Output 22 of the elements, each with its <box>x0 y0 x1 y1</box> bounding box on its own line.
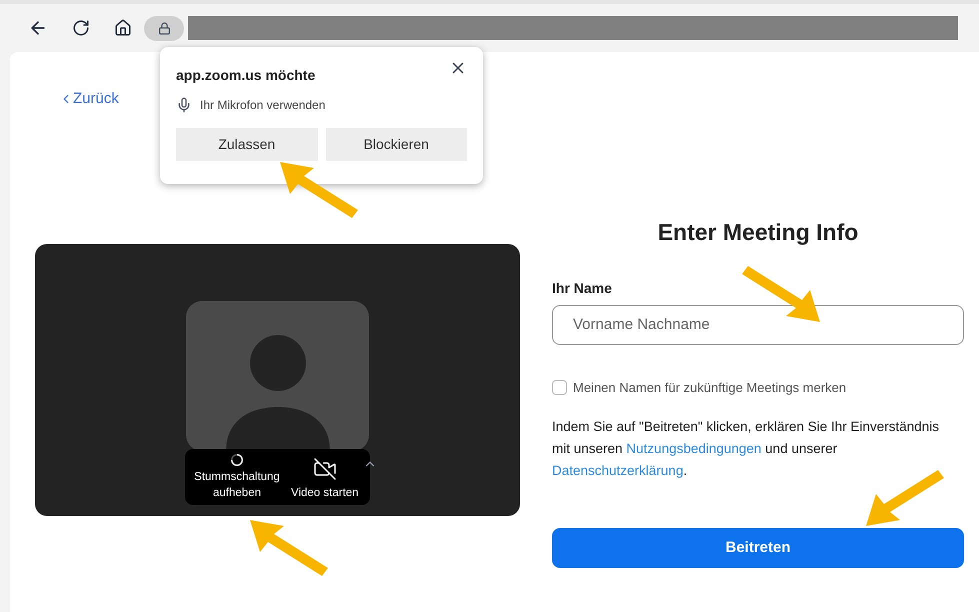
allow-button[interactable]: Zulassen <box>176 128 318 161</box>
home-icon[interactable] <box>114 19 132 37</box>
join-button[interactable]: Beitreten <box>552 528 964 568</box>
terms-link[interactable]: Nutzungsbedingungen <box>626 441 762 456</box>
block-button[interactable]: Blockieren <box>326 128 467 161</box>
remember-checkbox-row[interactable]: Meinen Namen für zukünftige Meetings merken <box>552 378 964 397</box>
back-link[interactable]: Zurück <box>59 88 119 110</box>
start-video-button[interactable]: Video starten <box>287 448 363 502</box>
name-label: Ihr Name <box>552 278 613 298</box>
lock-icon <box>158 22 170 34</box>
consent-text: Indem Sie auf "Beitreten" klicken, erklären Sie Ihr Einverständnis mit unseren Nutzungsbedingungen und unserer Datenschutzerklärung. <box>552 418 940 480</box>
camera-off-icon <box>312 456 337 480</box>
name-field[interactable]: Vorname Nachname <box>552 304 964 344</box>
reload-icon[interactable] <box>72 19 90 37</box>
microphone-icon <box>176 97 192 113</box>
privacy-link[interactable]: Datenschutzerklärung <box>552 463 684 478</box>
site-info-button[interactable] <box>144 16 184 40</box>
popup-title: app.zoom.us möchte <box>176 66 316 85</box>
unmute-button[interactable]: Stummschaltung aufheben <box>187 448 287 504</box>
permission-request: Ihr Mikrofon verwenden <box>200 97 326 114</box>
remember-checkbox[interactable] <box>552 380 567 395</box>
form-heading: Enter Meeting Info <box>656 218 860 247</box>
